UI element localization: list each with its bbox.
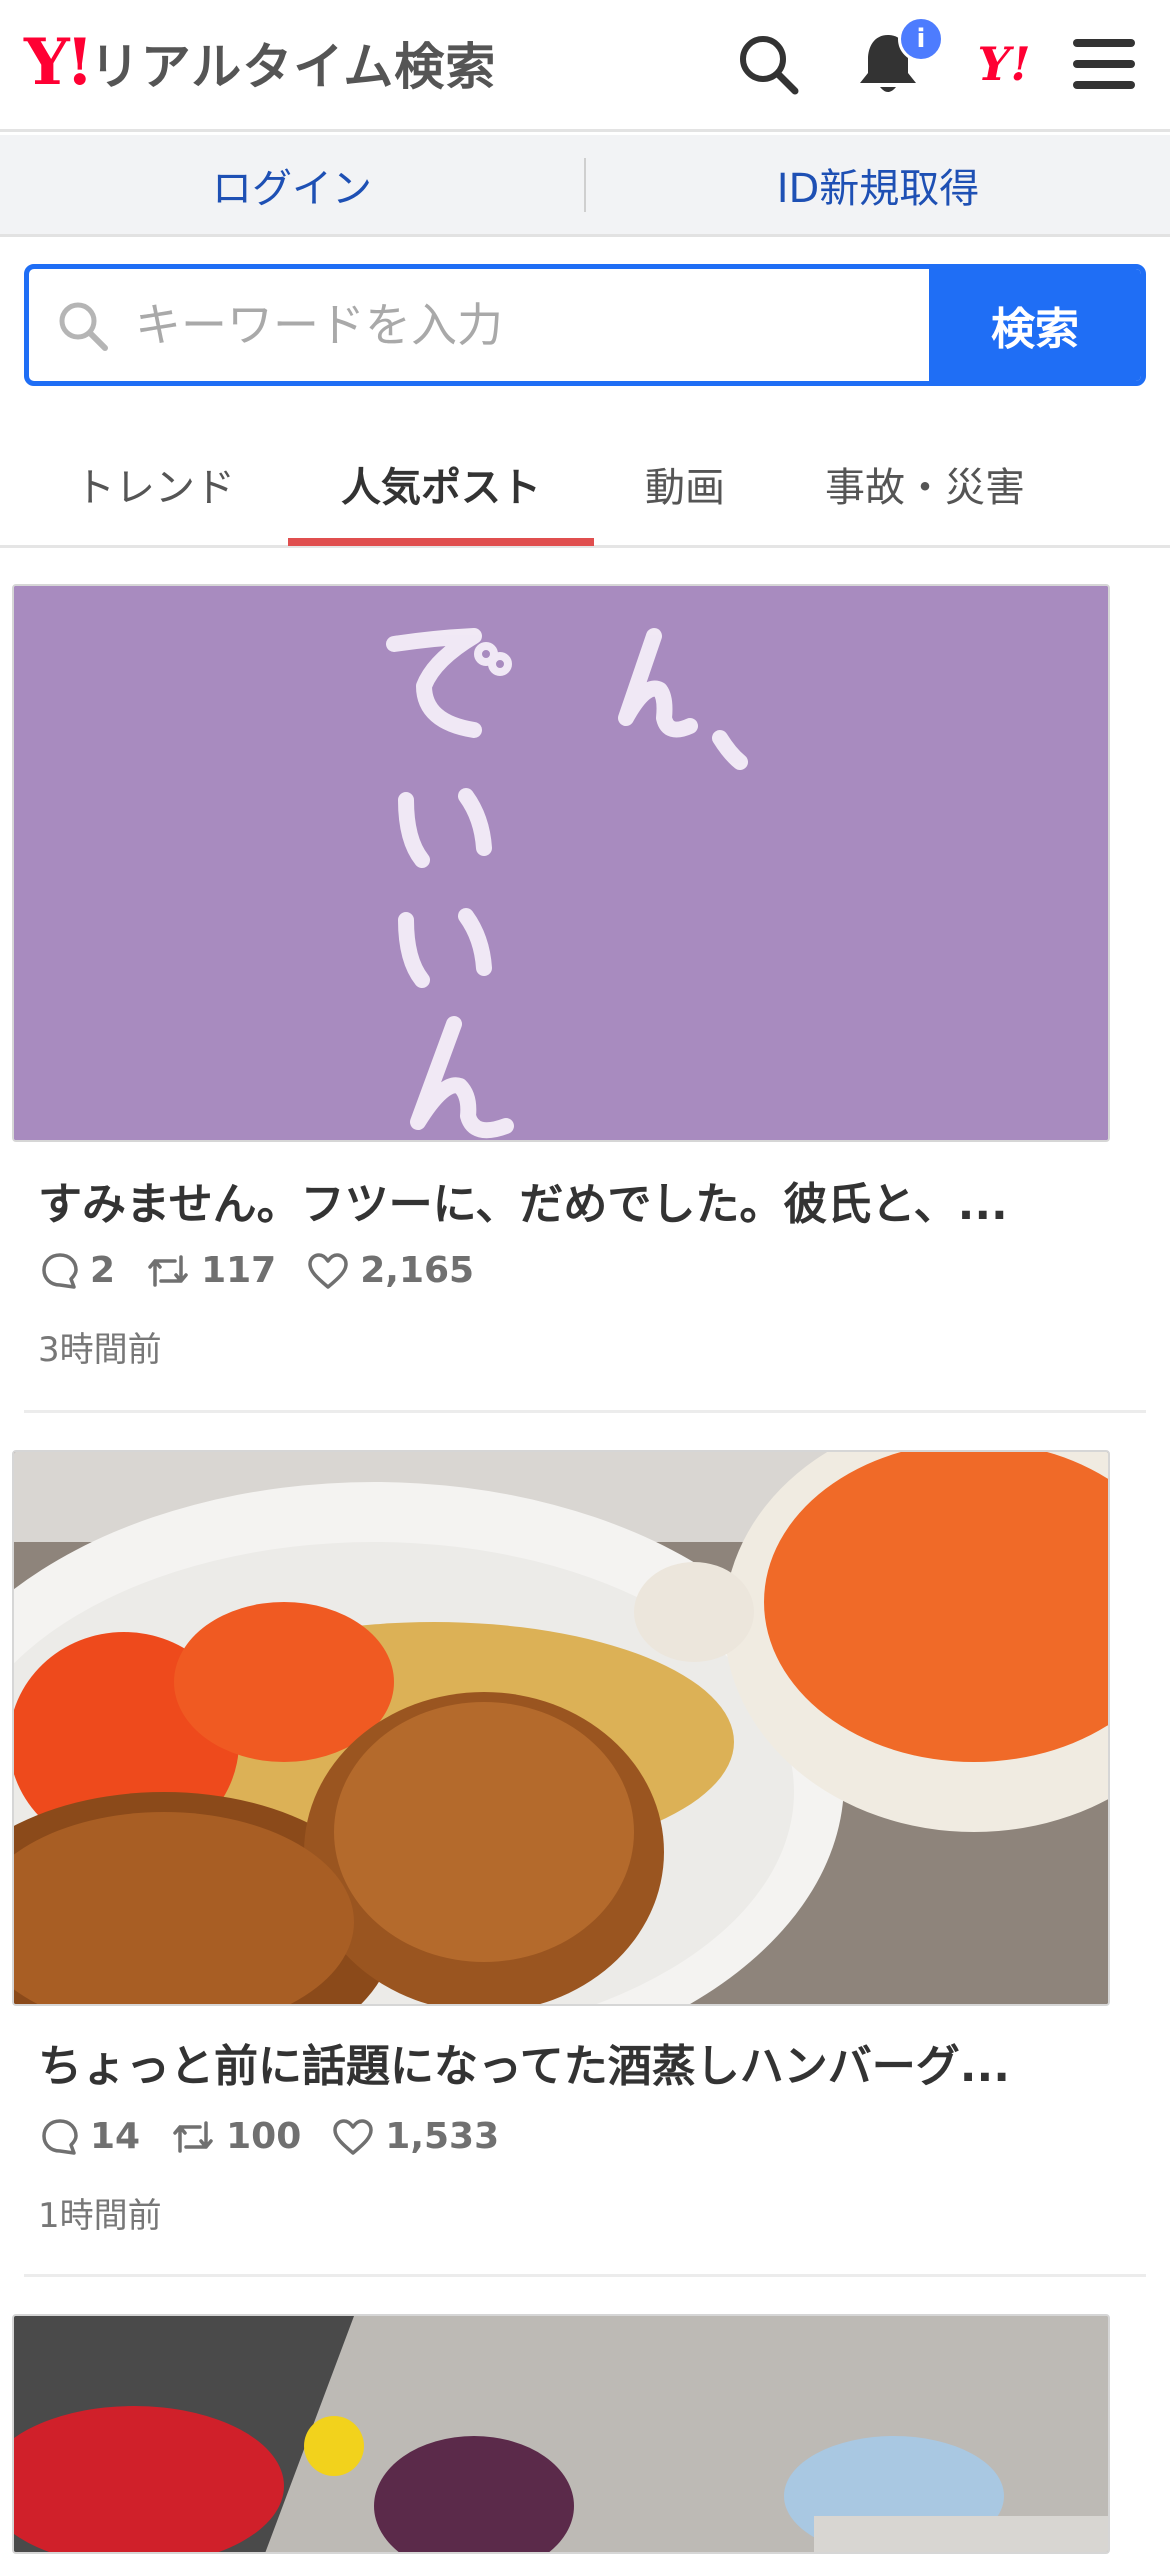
repost-stat[interactable]: 100 — [170, 2116, 301, 2157]
tab-accidents-disasters[interactable]: 事故・災害 — [790, 420, 1060, 548]
search-bar: 検索 — [24, 264, 1146, 386]
post-divider — [24, 2274, 1146, 2277]
post-image[interactable] — [12, 584, 1110, 1142]
yahoo-icon[interactable]: Y! — [966, 26, 1042, 102]
repost-icon — [148, 1254, 188, 1287]
yahoo-realtime-logo[interactable]: Y! リアルタイム検索 — [24, 28, 496, 98]
like-stat[interactable]: 2,165 — [306, 1250, 474, 1291]
repost-icon — [173, 2120, 213, 2153]
tab-trend[interactable]: トレンド — [30, 420, 280, 548]
hamburger-menu-icon[interactable] — [1066, 26, 1142, 102]
search-field-icon — [59, 302, 108, 351]
tab-popular-posts[interactable]: 人気ポスト — [288, 420, 594, 548]
repost-count: 100 — [226, 2116, 302, 2157]
like-stat[interactable]: 1,533 — [331, 2116, 499, 2157]
search-input[interactable] — [135, 298, 835, 352]
register-link[interactable]: ID新規取得 — [586, 156, 1170, 214]
post-image[interactable] — [12, 1450, 1110, 2006]
active-tab-indicator — [288, 538, 594, 546]
heart-icon — [308, 1252, 348, 1289]
search-button[interactable]: 検索 — [929, 269, 1141, 381]
heart-icon — [333, 2118, 374, 2155]
logo-mark: Y! — [24, 25, 94, 100]
reply-stat[interactable]: 2 — [40, 1250, 115, 1291]
post-divider — [24, 1410, 1146, 1413]
reply-icon — [42, 2118, 78, 2155]
tab-bar: トレンド 人気ポスト 動画 事故・災害 — [0, 420, 1170, 548]
post-time: 1時間前 — [38, 2196, 162, 2236]
reply-icon — [42, 1252, 78, 1289]
reply-stat[interactable]: 14 — [40, 2116, 140, 2157]
search-field — [29, 269, 929, 381]
repost-stat[interactable]: 117 — [145, 1250, 276, 1291]
like-count: 2,165 — [360, 1250, 475, 1291]
post-image[interactable] — [12, 2314, 1110, 2554]
reply-count: 2 — [90, 1250, 116, 1291]
post-stats: 2 117 2,165 — [40, 1250, 504, 1291]
notification-badge: i — [898, 16, 944, 62]
like-count: 1,533 — [385, 2116, 500, 2157]
login-link[interactable]: ログイン — [0, 156, 584, 214]
repost-count: 117 — [201, 1250, 277, 1291]
post-stats: 14 100 1,533 — [40, 2116, 529, 2157]
post-title[interactable]: すみません。フツーに、だめでした。彼氏と、... — [38, 1168, 1118, 1232]
login-bar: ログイン ID新規取得 — [0, 135, 1170, 237]
app-header: Y! リアルタイム検索 i Y! — [0, 0, 1170, 132]
post-time: 3時間前 — [38, 1330, 162, 1370]
search-icon[interactable] — [730, 26, 806, 102]
reply-count: 14 — [90, 2116, 141, 2157]
tab-videos[interactable]: 動画 — [600, 420, 770, 548]
logo-title: リアルタイム検索 — [89, 38, 497, 96]
post-title[interactable]: ちょっと前に話題になってた酒蒸しハンバーグ... — [38, 2030, 1118, 2094]
